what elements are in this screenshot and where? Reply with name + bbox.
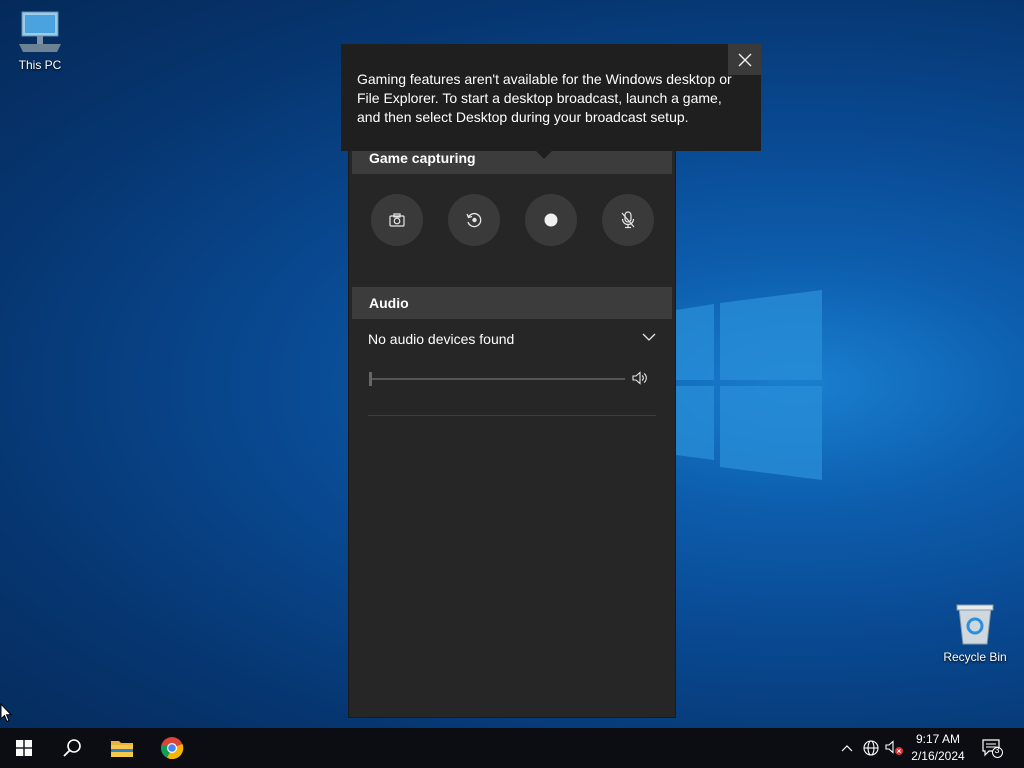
chrome-icon [160,737,184,760]
chevron-up-icon [841,745,853,752]
this-pc-label: This PC [18,58,62,72]
volume-button[interactable] [884,728,906,768]
network-icon [863,740,879,756]
recycle-bin-label: Recycle Bin [943,650,1007,664]
start-recording-button[interactable] [525,194,577,246]
clock-time: 9:17 AM [915,732,961,746]
desktop-icon-recycle-bin[interactable]: Recycle Bin [935,602,1015,664]
record-dot-icon [544,213,558,227]
chevron-down-icon[interactable] [642,333,656,341]
record-last-icon [466,212,482,228]
search-icon [63,739,81,757]
audio-divider [368,415,656,416]
chrome-button[interactable] [148,728,196,768]
volume-slider-track[interactable] [370,378,625,380]
show-hidden-icons-button[interactable] [838,728,856,768]
file-explorer-button[interactable] [98,728,146,768]
clock-date: 2/16/2024 [911,749,965,763]
notification-count: 3 [994,745,1000,755]
audio-device-select[interactable]: No audio devices found [368,331,514,347]
volume-muted-icon [885,740,903,755]
recycle-bin-icon [956,604,994,645]
microphone-toggle-button[interactable] [602,194,654,246]
file-explorer-icon [111,741,133,757]
record-last-button[interactable] [448,194,500,246]
game-bar-panel: Game capturing Audio No audio devices fo… [348,96,676,718]
computer-icon [19,11,61,52]
audio-header: Audio [352,287,672,319]
windows-wallpaper-logo [676,290,822,480]
screenshot-button[interactable] [371,194,423,246]
tooltip-message: Gaming features aren't available for the… [357,71,732,125]
action-center-button[interactable]: 3 [978,728,1006,768]
tooltip-close-button[interactable] [728,44,761,75]
mouse-cursor [0,703,12,723]
taskbar: 9:17 AM 2/16/2024 3 [0,728,1024,768]
volume-slider-thumb[interactable] [369,372,372,386]
close-icon [738,53,751,66]
mic-off-icon [621,211,635,229]
speaker-icon [632,371,647,385]
gaming-unavailable-tooltip: Gaming features aren't available for the… [341,44,761,151]
tooltip-pointer [535,150,553,159]
search-button[interactable] [48,728,96,768]
network-button[interactable] [861,728,881,768]
start-button[interactable] [0,728,48,768]
taskbar-clock[interactable]: 9:17 AM 2/16/2024 [905,731,971,765]
camera-icon [389,213,405,227]
windows-start-icon [16,740,32,756]
desktop-icon-this-pc[interactable]: This PC [0,10,80,72]
